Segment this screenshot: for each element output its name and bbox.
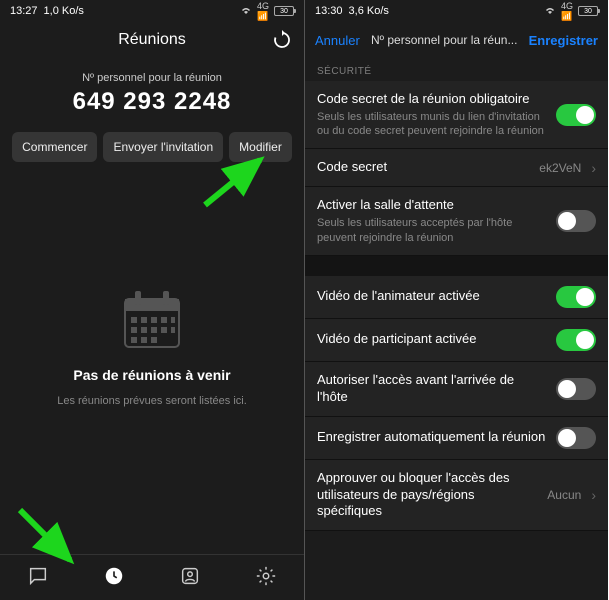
row-label: Vidéo de participant activée <box>317 331 546 348</box>
net-speed: 3,6 Ko/s <box>349 5 389 17</box>
net-speed: 1,0 Ko/s <box>44 5 84 17</box>
row-auto-record[interactable]: Enregistrer automatiquement la réunion <box>305 417 608 460</box>
toggle[interactable] <box>556 329 596 351</box>
toggle[interactable] <box>556 210 596 232</box>
modal-title: Nº personnel pour la réun... <box>368 33 521 47</box>
row-host-video[interactable]: Vidéo de l'animateur activée <box>305 276 608 319</box>
section-security: SÉCURITÉ <box>305 58 608 81</box>
row-label: Code secret de la réunion obligatoire <box>317 91 546 108</box>
signal-icon: 4G📶 <box>561 1 573 22</box>
wifi-icon <box>544 5 556 18</box>
row-passcode-required[interactable]: Code secret de la réunion obligatoire Se… <box>305 81 608 149</box>
row-approve-block[interactable]: Approuver ou bloquer l'accès des utilisa… <box>305 460 608 532</box>
page-title: Réunions <box>118 31 186 49</box>
chevron-right-icon: › <box>591 160 596 176</box>
row-label: Enregistrer automatiquement la réunion <box>317 429 546 446</box>
tab-settings[interactable] <box>228 565 304 600</box>
row-desc: Seuls les utilisateurs munis du lien d'i… <box>317 110 546 139</box>
row-label: Approuver ou bloquer l'accès des utilisa… <box>317 470 537 521</box>
clock: 13:27 <box>10 5 38 17</box>
row-desc: Seuls les utilisateurs acceptés par l'hô… <box>317 216 546 245</box>
row-value: ek2VeN <box>539 161 581 175</box>
wifi-icon <box>240 5 252 18</box>
status-bar: 13:27 1,0 Ko/s 4G📶 30 <box>0 0 304 22</box>
header: Réunions <box>0 22 304 58</box>
battery-icon: 30 <box>274 6 294 16</box>
pmi-number: 649 293 2248 <box>0 88 304 116</box>
meetings-screen: 13:27 1,0 Ko/s 4G📶 30 Réunions Nº person… <box>0 0 304 600</box>
action-row: Commencer Envoyer l'invitation Modifier <box>8 132 296 162</box>
row-label: Code secret <box>317 159 529 176</box>
battery-icon: 30 <box>578 6 598 16</box>
toggle[interactable] <box>556 427 596 449</box>
start-button[interactable]: Commencer <box>12 132 97 162</box>
chevron-right-icon: › <box>591 487 596 503</box>
cancel-button[interactable]: Annuler <box>315 33 360 48</box>
section-gap <box>305 256 608 276</box>
tab-contacts[interactable] <box>152 565 228 600</box>
empty-state: Pas de réunions à venir Les réunions pré… <box>0 178 304 554</box>
row-label: Vidéo de l'animateur activée <box>317 288 546 305</box>
edit-meeting-screen: 13:30 3,6 Ko/s 4G📶 30 Annuler Nº personn… <box>304 0 608 600</box>
row-value: Aucun <box>547 488 581 502</box>
row-participant-video[interactable]: Vidéo de participant activée <box>305 319 608 362</box>
row-label: Autoriser l'accès avant l'arrivée de l'h… <box>317 372 546 406</box>
empty-subtitle: Les réunions prévues seront listées ici. <box>57 395 247 407</box>
tab-bar <box>0 554 304 600</box>
toggle[interactable] <box>556 104 596 126</box>
signal-icon: 4G📶 <box>257 1 269 22</box>
clock: 13:30 <box>315 5 343 17</box>
pmi-label: Nº personnel pour la réunion <box>0 72 304 84</box>
send-invitation-button[interactable]: Envoyer l'invitation <box>103 132 223 162</box>
tab-meetings[interactable] <box>76 565 152 600</box>
modal-header: Annuler Nº personnel pour la réun... Enr… <box>305 22 608 58</box>
row-passcode[interactable]: Code secret ek2VeN › <box>305 149 608 187</box>
refresh-button[interactable] <box>272 30 292 55</box>
row-waiting-room[interactable]: Activer la salle d'attente Seuls les uti… <box>305 187 608 255</box>
save-button[interactable]: Enregistrer <box>529 33 598 48</box>
toggle[interactable] <box>556 378 596 400</box>
row-join-before-host[interactable]: Autoriser l'accès avant l'arrivée de l'h… <box>305 362 608 417</box>
row-label: Activer la salle d'attente <box>317 197 546 214</box>
empty-title: Pas de réunions à venir <box>73 367 230 383</box>
toggle[interactable] <box>556 286 596 308</box>
status-bar: 13:30 3,6 Ko/s 4G📶 30 <box>305 0 608 22</box>
edit-button[interactable]: Modifier <box>229 132 292 162</box>
calendar-icon <box>117 285 187 355</box>
tab-chat[interactable] <box>0 565 76 600</box>
